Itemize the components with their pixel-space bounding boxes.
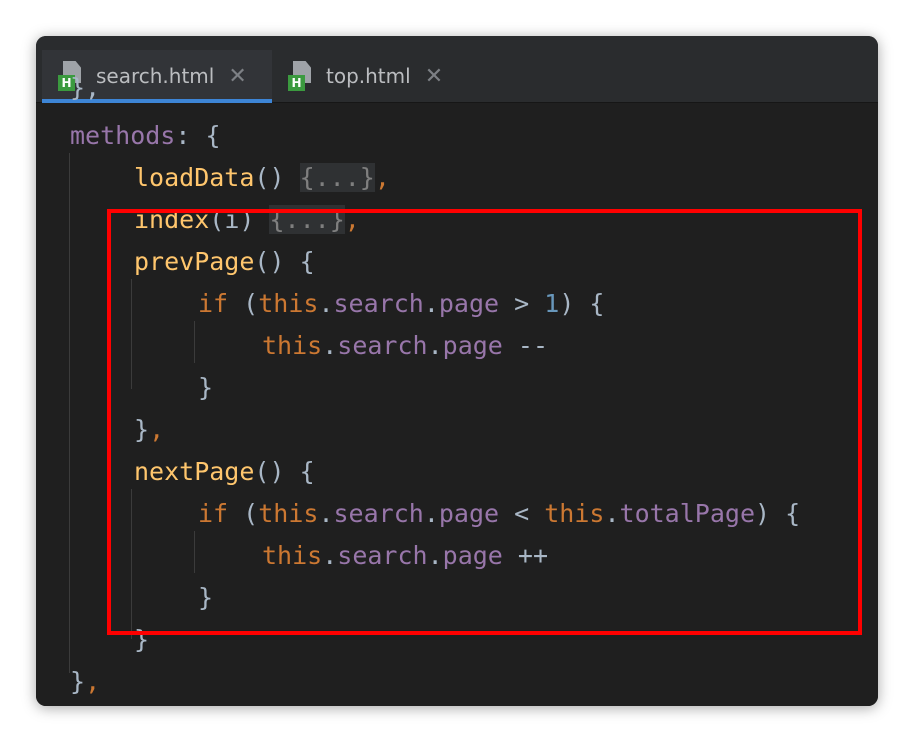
code-line: loadData() {...}, <box>134 163 390 192</box>
code-line: }, <box>70 667 101 696</box>
tab-label: top.html <box>326 64 411 88</box>
tab-label: search.html <box>96 64 215 88</box>
tab-top-html[interactable]: H top.html ✕ <box>272 50 472 102</box>
folded-block[interactable]: {...} <box>299 163 375 192</box>
red-highlight-box <box>107 209 862 635</box>
close-icon[interactable]: ✕ <box>425 64 443 89</box>
editor-tab-bar: H search.html ✕ H top.html ✕ <box>36 36 878 104</box>
html-file-icon: H <box>288 61 314 91</box>
code-editor-window: H search.html ✕ H top.html ✕ }, methods:… <box>36 36 878 706</box>
indent-guide <box>69 153 70 673</box>
close-icon[interactable]: ✕ <box>228 64 246 89</box>
code-line: }, <box>70 73 101 102</box>
code-line: methods: { <box>70 121 221 150</box>
